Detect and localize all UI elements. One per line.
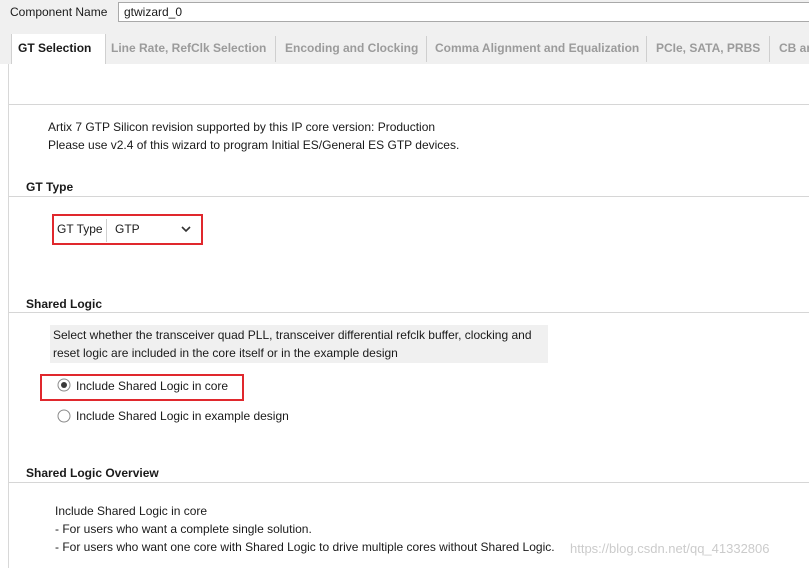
silicon-revision-text: Artix 7 GTP Silicon revision supported b… — [48, 120, 436, 134]
shared-logic-core-highlight-box — [40, 374, 244, 401]
content-border — [8, 64, 9, 568]
gt-type-highlight-box — [52, 214, 203, 245]
tab-encoding-and-clocking[interactable]: Encoding and Clocking — [279, 34, 425, 64]
tab-separator — [275, 36, 276, 62]
shared-logic-description-line: reset logic are included in the core its… — [53, 346, 398, 360]
component-name-label: Component Name — [10, 5, 108, 19]
radio-unselected-icon[interactable] — [57, 409, 71, 423]
tab-separator — [769, 36, 770, 62]
overview-line: - For users who want a complete single s… — [55, 522, 312, 536]
overview-line: Include Shared Logic in core — [55, 504, 208, 518]
divider — [9, 482, 809, 483]
overview-line: - For users who want one core with Share… — [55, 540, 555, 554]
tab-line-rate-refclk-selection[interactable]: Line Rate, RefClk Selection — [105, 34, 275, 64]
shared-logic-description-line: Select whether the transceiver quad PLL,… — [53, 328, 532, 342]
tab-separator — [646, 36, 647, 62]
component-name-input[interactable]: gtwizard_0 — [118, 2, 809, 22]
wizard-version-note: Please use v2.4 of this wizard to progra… — [48, 138, 460, 152]
divider — [9, 196, 809, 197]
tab-separator — [426, 36, 427, 62]
watermark-text: https://blog.csdn.net/qq_41332806 — [570, 541, 770, 556]
shared-logic-section-title: Shared Logic — [26, 297, 103, 311]
tab-cb[interactable]: CB ar — [773, 34, 809, 64]
divider — [9, 104, 809, 105]
shared-logic-overview-title: Shared Logic Overview — [26, 466, 159, 480]
tab-comma-alignment-equalization[interactable]: Comma Alignment and Equalization — [429, 34, 644, 64]
tab-pcie-sata-prbs[interactable]: PCIe, SATA, PRBS — [650, 34, 768, 64]
include-shared-logic-example-label[interactable]: Include Shared Logic in example design — [76, 409, 289, 423]
tab-gt-selection[interactable]: GT Selection — [11, 34, 106, 64]
divider — [9, 312, 809, 313]
gt-type-section-title: GT Type — [26, 180, 74, 194]
